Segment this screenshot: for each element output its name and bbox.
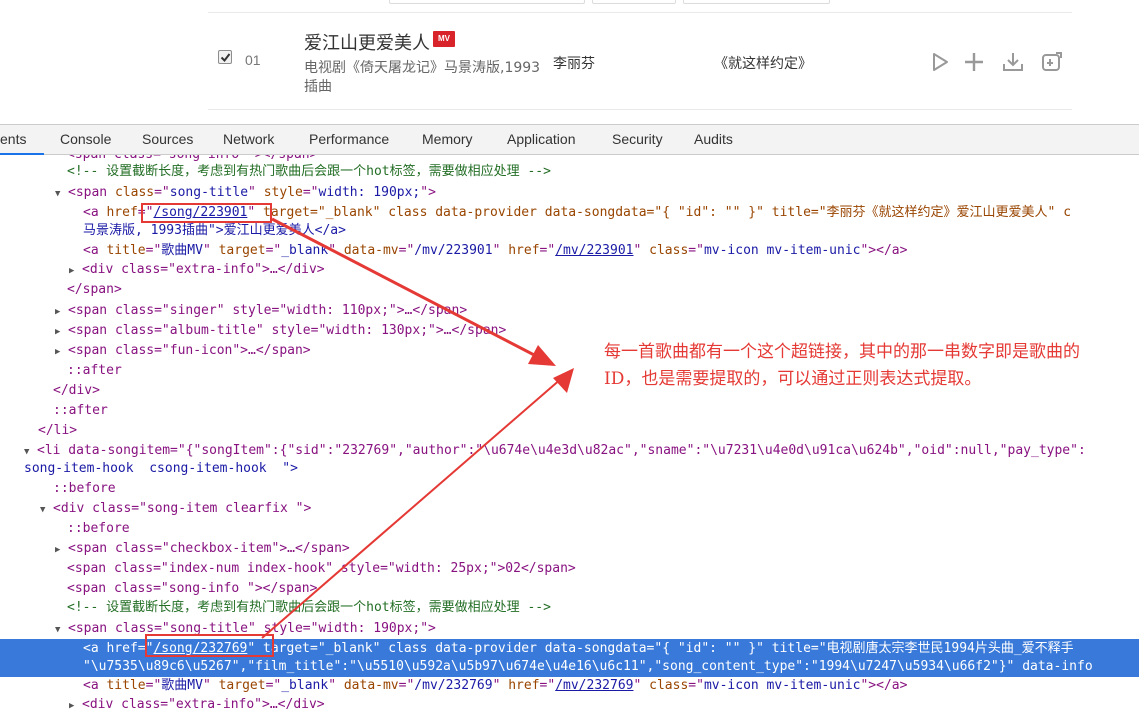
arrow-line	[271, 217, 541, 360]
arrow-head-icon	[553, 368, 574, 393]
arrow-line	[261, 377, 563, 639]
annotation-text: 每一首歌曲都有一个这个超链接，其中的那一串数字即是歌曲的ID，也是需要提取的，可…	[604, 342, 1080, 389]
